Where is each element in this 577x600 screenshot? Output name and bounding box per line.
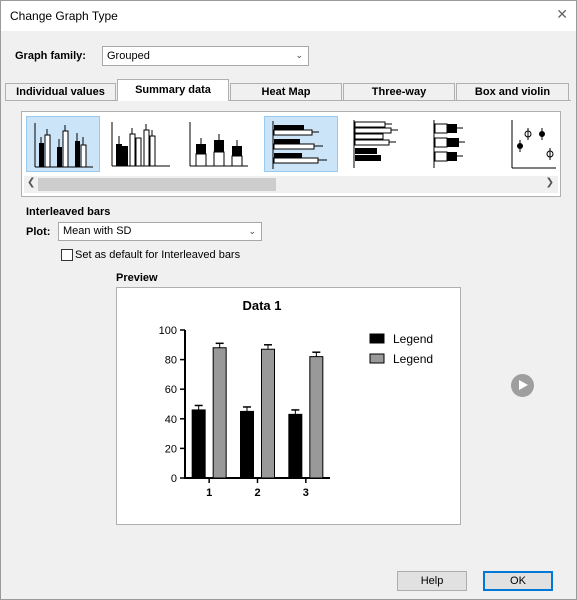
set-default-checkbox[interactable] bbox=[61, 249, 73, 261]
thumb-stacked-bars[interactable] bbox=[104, 116, 178, 172]
legend-label: Legend bbox=[393, 352, 433, 366]
x-tick-label: 3 bbox=[303, 487, 309, 499]
bar bbox=[212, 347, 227, 479]
bar bbox=[191, 409, 206, 479]
thumb-interleaved-bars[interactable] bbox=[26, 116, 100, 172]
chevron-down-icon: ⌄ bbox=[248, 226, 256, 236]
y-tick-label: 80 bbox=[165, 355, 177, 367]
thumb-separated-bars[interactable] bbox=[182, 116, 256, 172]
thumb-grouped-points[interactable] bbox=[508, 116, 556, 172]
graph-family-label: Graph family: bbox=[15, 50, 86, 62]
tab-heat-map[interactable]: Heat Map bbox=[230, 83, 342, 101]
tab-three-way[interactable]: Three-way bbox=[343, 83, 455, 101]
y-tick-label: 100 bbox=[159, 325, 177, 337]
stacked-bars-icon bbox=[111, 122, 170, 167]
scroll-right-icon[interactable]: ❯ bbox=[546, 177, 554, 188]
set-default-label: Set as default for Interleaved bars bbox=[75, 249, 241, 261]
plot-select-value: Mean with SD bbox=[63, 225, 132, 237]
grouped-points-icon bbox=[511, 120, 556, 169]
chart-title: Data 1 bbox=[242, 298, 281, 313]
y-tick-label: 40 bbox=[165, 414, 177, 426]
scrollbar-thumb[interactable] bbox=[38, 178, 276, 191]
separated-bars-icon bbox=[189, 122, 248, 167]
subtype-heading: Interleaved bars bbox=[26, 206, 111, 218]
bar bbox=[261, 348, 275, 479]
legend-swatch bbox=[369, 353, 385, 364]
interleaved-bars-icon bbox=[34, 123, 93, 168]
graph-family-value: Grouped bbox=[107, 50, 150, 62]
bar bbox=[288, 413, 303, 479]
thumb-horizontal-stacked-bars[interactable] bbox=[346, 116, 420, 172]
y-tick-label: 20 bbox=[165, 443, 177, 455]
tab-box-and-violin[interactable]: Box and violin bbox=[456, 83, 569, 101]
bar bbox=[309, 356, 324, 479]
graph-family-select[interactable]: Grouped ⌄ bbox=[102, 46, 309, 66]
title-bar: Change Graph Type ✕ bbox=[1, 1, 576, 31]
window-title: Change Graph Type bbox=[10, 9, 118, 23]
bar bbox=[240, 410, 254, 479]
legend-swatch bbox=[369, 333, 385, 344]
x-tick-label: 2 bbox=[254, 487, 260, 499]
thumb-horizontal-interleaved-bars[interactable] bbox=[264, 116, 338, 172]
horizontal-bars-icon bbox=[272, 121, 327, 169]
horizontal-stacked-bars-icon bbox=[353, 120, 398, 168]
tab-summary-data[interactable]: Summary data bbox=[117, 79, 229, 101]
legend-label: Legend bbox=[393, 332, 433, 346]
ok-button[interactable]: OK bbox=[483, 571, 553, 591]
tab-individual-values[interactable]: Individual values bbox=[5, 83, 116, 101]
scroll-left-icon[interactable]: ❮ bbox=[27, 177, 35, 188]
plot-label: Plot: bbox=[26, 226, 51, 238]
close-icon[interactable]: ✕ bbox=[556, 6, 568, 23]
tab-strip: Individual values Summary data Heat Map … bbox=[5, 79, 571, 101]
horizontal-separated-bars-icon bbox=[433, 120, 465, 168]
preview-heading: Preview bbox=[116, 272, 158, 284]
y-tick-label: 0 bbox=[171, 473, 177, 485]
play-icon[interactable] bbox=[511, 374, 534, 397]
y-tick-label: 60 bbox=[165, 384, 177, 396]
chevron-down-icon: ⌄ bbox=[295, 50, 303, 60]
plot-select[interactable]: Mean with SD ⌄ bbox=[58, 222, 262, 241]
thumb-horizontal-separated-bars[interactable] bbox=[426, 116, 500, 172]
change-graph-type-dialog: Change Graph Type ✕ Graph family: Groupe… bbox=[0, 0, 577, 600]
gallery-horizontal-scrollbar[interactable]: ❮ ❯ bbox=[24, 176, 558, 193]
x-tick-label: 1 bbox=[206, 487, 212, 499]
preview-panel: Data 1 0 20 40 60 80 100 1 2 3 Legend Legend bbox=[116, 287, 461, 525]
graph-type-gallery: ❮ ❯ bbox=[21, 111, 561, 197]
help-button[interactable]: Help bbox=[397, 571, 467, 591]
preview-chart: Data 1 0 20 40 60 80 100 1 2 3 Legend Legend bbox=[159, 298, 433, 499]
